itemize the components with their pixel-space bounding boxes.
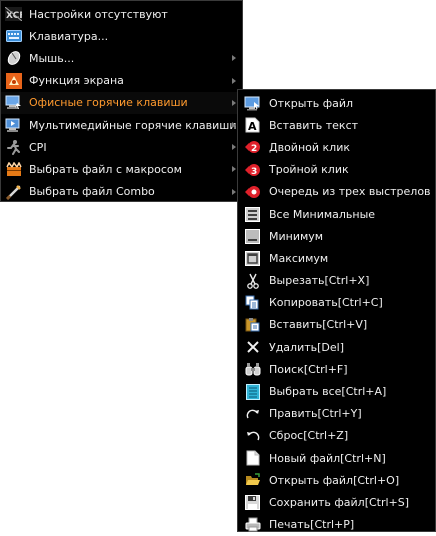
svg-text:3: 3 (251, 167, 257, 177)
triple-click-icon: 3 (244, 162, 261, 178)
submenu-item-find[interactable]: Поиск[Ctrl+F] (238, 358, 435, 380)
submenu-item-print[interactable]: Печать[Ctrl+P] (238, 514, 435, 536)
three-shot-burst-icon (244, 184, 261, 200)
submenu-item-undo[interactable]: Сброс[Ctrl+Z] (238, 425, 435, 447)
find-icon (244, 361, 261, 377)
submenu-arrow-icon (232, 166, 236, 173)
copy-icon (244, 295, 261, 311)
office-hotkeys-submenu: Открыть файл A Вставить текст 2 Двойной … (237, 89, 436, 532)
select-all-icon (244, 383, 261, 400)
submenu-arrow-icon (232, 77, 236, 84)
submenu-arrow-icon (232, 99, 236, 106)
open-file-icon (244, 95, 261, 111)
submenu-item-label: Сохранить файл[Ctrl+S] (269, 495, 410, 509)
submenu-item-label: Вырезать[Ctrl+X] (269, 274, 370, 288)
insert-text-icon: A (244, 117, 261, 133)
cpi-icon (5, 139, 22, 156)
submenu-item-double-click[interactable]: 2 Двойной клик (238, 136, 435, 158)
menu-item-no-settings[interactable]: XCF Настройки отсутствуют (1, 3, 242, 25)
maximize-icon (244, 250, 261, 266)
menu-item-macro-file[interactable]: Выбрать файл с макросом (1, 158, 242, 180)
menu-item-multimedia-hotkeys[interactable]: Мультимедийные горячие клавиши (1, 114, 242, 136)
submenu-item-label: Вставить текст (269, 118, 359, 132)
submenu-arrow-icon (232, 122, 236, 129)
context-menu: XCF Настройки отсутствуют Клавиатура... … (0, 0, 243, 202)
submenu-item-save-file[interactable]: Сохранить файл[Ctrl+S] (238, 491, 435, 513)
menu-item-label: Клавиатура... (29, 29, 109, 43)
menu-item-label: CPI (29, 140, 47, 154)
submenu-item-label: Вставить[Ctrl+V] (269, 318, 368, 332)
submenu-item-label: Минимум (269, 229, 324, 243)
minimize-icon (244, 228, 261, 244)
save-file-icon (244, 494, 261, 510)
screen-function-icon (5, 72, 22, 89)
submenu-item-label: Поиск[Ctrl+F] (269, 362, 348, 376)
menu-item-label: Мышь... (29, 51, 75, 65)
svg-text:2: 2 (251, 144, 257, 154)
submenu-item-label: Все Минимальные (269, 207, 376, 221)
paste-icon (244, 317, 261, 333)
submenu-item-label: Сброс[Ctrl+Z] (269, 429, 349, 443)
submenu-arrow-icon (232, 188, 236, 195)
no-config-icon: XCF (5, 6, 22, 22)
menu-item-combo-file[interactable]: Выбрать файл Combo (1, 181, 242, 203)
menu-item-office-hotkeys[interactable]: Офисные горячие клавиши (1, 91, 242, 114)
submenu-item-select-all[interactable]: Выбрать все[Ctrl+A] (238, 380, 435, 402)
submenu-item-copy[interactable]: Копировать[Ctrl+C] (238, 292, 435, 314)
submenu-item-triple-click[interactable]: 3 Тройной клик (238, 159, 435, 181)
submenu-item-label: Выбрать все[Ctrl+A] (269, 385, 387, 399)
keyboard-icon (5, 28, 22, 44)
combo-file-icon (5, 184, 22, 200)
minimize-all-icon (244, 206, 261, 222)
menu-item-label: Выбрать файл с макросом (29, 162, 182, 176)
multimedia-hotkeys-icon (5, 117, 22, 133)
menu-item-label: Мультимедийные горячие клавиши (29, 118, 237, 132)
submenu-item-paste[interactable]: Вставить[Ctrl+V] (238, 314, 435, 336)
submenu-item-minimize-all[interactable]: Все Минимальные (238, 203, 435, 225)
menu-item-screen-function[interactable]: Функция экрана (1, 70, 242, 92)
double-click-icon: 2 (244, 139, 261, 155)
submenu-item-label: Тройной клик (269, 163, 349, 177)
submenu-item-label: Печать[Ctrl+P] (269, 518, 355, 532)
submenu-item-open-file[interactable]: Открыть файл (238, 92, 435, 114)
submenu-item-label: Открыть файл[Ctrl+O] (269, 473, 400, 487)
menu-item-cpi[interactable]: CPI (1, 136, 242, 158)
redo-icon (244, 406, 261, 422)
submenu-item-minimize[interactable]: Минимум (238, 225, 435, 247)
submenu-item-insert-text[interactable]: A Вставить текст (238, 114, 435, 136)
macro-file-icon (5, 161, 22, 177)
menu-item-label: Офисные горячие клавиши (29, 96, 188, 110)
submenu-item-redo[interactable]: Править[Ctrl+Y] (238, 403, 435, 425)
submenu-item-label: Править[Ctrl+Y] (269, 407, 362, 421)
submenu-item-label: Удалить[Del] (269, 340, 344, 354)
menu-item-label: Выбрать файл Combo (29, 185, 155, 199)
menu-item-label: Функция экрана (29, 74, 124, 88)
new-file-icon (244, 450, 261, 466)
menu-item-keyboard[interactable]: Клавиатура... (1, 25, 242, 47)
delete-icon (244, 339, 261, 355)
cut-icon (244, 273, 261, 289)
submenu-item-delete[interactable]: Удалить[Del] (238, 336, 435, 358)
open-folder-icon (244, 472, 261, 488)
menu-item-label: Настройки отсутствуют (29, 7, 168, 21)
submenu-item-label: Двойной клик (269, 140, 350, 154)
submenu-item-cut[interactable]: Вырезать[Ctrl+X] (238, 270, 435, 292)
undo-icon (244, 428, 261, 444)
menu-item-mouse[interactable]: Мышь... (1, 47, 242, 69)
submenu-item-label: Очередь из трех выстрелов (269, 185, 431, 199)
submenu-item-maximize[interactable]: Максимум (238, 247, 435, 269)
print-icon (244, 517, 261, 533)
office-hotkeys-icon (5, 95, 22, 111)
submenu-arrow-icon (232, 144, 236, 151)
mouse-icon (5, 50, 22, 66)
submenu-item-open-file-ctrl-o[interactable]: Открыть файл[Ctrl+O] (238, 469, 435, 491)
submenu-item-label: Новый файл[Ctrl+N] (269, 451, 386, 465)
svg-text:A: A (248, 120, 257, 133)
submenu-item-label: Максимум (269, 251, 329, 265)
submenu-arrow-icon (232, 55, 236, 62)
submenu-item-label: Копировать[Ctrl+C] (269, 296, 383, 310)
submenu-item-new-file[interactable]: Новый файл[Ctrl+N] (238, 447, 435, 469)
submenu-item-label: Открыть файл (269, 96, 354, 110)
submenu-item-three-shot-burst[interactable]: Очередь из трех выстрелов (238, 181, 435, 203)
